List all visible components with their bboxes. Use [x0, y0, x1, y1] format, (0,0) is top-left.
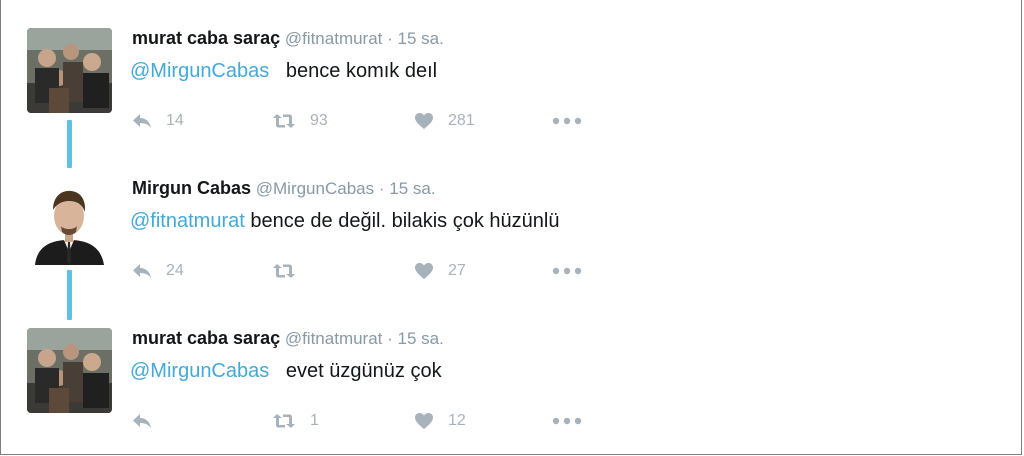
timestamp[interactable]: 15 sa.: [389, 179, 435, 198]
avatar[interactable]: [27, 328, 112, 413]
separator: ·: [387, 329, 393, 348]
reply-button[interactable]: 24: [132, 258, 184, 284]
retweet-button[interactable]: [272, 258, 310, 284]
timestamp[interactable]: 15 sa.: [398, 29, 444, 48]
tweet[interactable]: Mirgun Cabas @MirgunCabas · 15 sa. @fitn…: [0, 178, 1000, 298]
heart-icon: [415, 113, 433, 129]
more-icon: [552, 117, 582, 125]
author-handle[interactable]: @fitnatmurat: [285, 329, 383, 348]
reply-count: 14: [166, 112, 184, 129]
tweet-text: @MirgunCabas bence komık deıl: [130, 60, 437, 83]
tweet-body: evet üzgünüz çok: [285, 360, 442, 382]
separator: ·: [387, 29, 393, 48]
retweet-icon: [273, 414, 295, 428]
mention-link[interactable]: @MirgunCabas: [130, 360, 269, 382]
more-icon: [552, 267, 582, 275]
tweet-body: bence de değil. bilakis çok hüzünlü: [250, 210, 560, 232]
tweet-text: @fitnatmurat bence de değil. bilakis çok…: [130, 210, 559, 233]
tweet[interactable]: murat caba saraç @fitnatmurat · 15 sa. @…: [0, 328, 1000, 448]
author-handle[interactable]: @fitnatmurat: [285, 29, 383, 48]
like-count: 27: [448, 262, 466, 279]
mention-link[interactable]: @fitnatmurat: [130, 210, 245, 232]
tweet-body: bence komık deıl: [285, 60, 438, 82]
reply-icon: [133, 264, 151, 278]
timestamp[interactable]: 15 sa.: [398, 329, 444, 348]
author-name[interactable]: murat caba saraç: [132, 328, 280, 348]
retweet-button[interactable]: 1: [272, 408, 319, 434]
retweet-count: 1: [310, 412, 319, 429]
tweet-header: murat caba saraç @fitnatmurat · 15 sa.: [132, 28, 444, 49]
reply-button[interactable]: [132, 408, 166, 434]
mention-link[interactable]: @MirgunCabas: [130, 60, 269, 82]
like-button[interactable]: 12: [414, 408, 466, 434]
avatar[interactable]: [27, 28, 112, 113]
reply-count: 24: [166, 262, 184, 279]
tweet-header: Mirgun Cabas @MirgunCabas · 15 sa.: [132, 178, 436, 199]
like-count: 12: [448, 412, 466, 429]
reply-button[interactable]: 14: [132, 108, 184, 134]
separator: ·: [378, 179, 385, 198]
like-button[interactable]: 27: [414, 258, 466, 284]
more-button[interactable]: [552, 408, 582, 434]
heart-icon: [415, 413, 433, 429]
author-name[interactable]: Mirgun Cabas: [132, 178, 251, 198]
like-button[interactable]: 281: [414, 108, 475, 134]
retweet-count: 93: [310, 112, 328, 129]
more-icon: [552, 417, 582, 425]
reply-icon: [133, 414, 151, 428]
like-count: 281: [448, 112, 475, 129]
tweet-header: murat caba saraç @fitnatmurat · 15 sa.: [132, 328, 444, 349]
author-handle[interactable]: @MirgunCabas: [256, 179, 374, 198]
tweet-text: @MirgunCabas evet üzgünüz çok: [130, 360, 442, 383]
more-button[interactable]: [552, 108, 582, 134]
more-button[interactable]: [552, 258, 582, 284]
retweet-button[interactable]: 93: [272, 108, 328, 134]
retweet-icon: [273, 264, 295, 278]
avatar[interactable]: [27, 180, 112, 265]
heart-icon: [415, 263, 433, 279]
retweet-icon: [273, 114, 295, 128]
reply-icon: [133, 114, 151, 128]
tweet[interactable]: murat caba saraç @fitnatmurat · 15 sa. @…: [0, 28, 1000, 148]
author-name[interactable]: murat caba saraç: [132, 28, 280, 48]
